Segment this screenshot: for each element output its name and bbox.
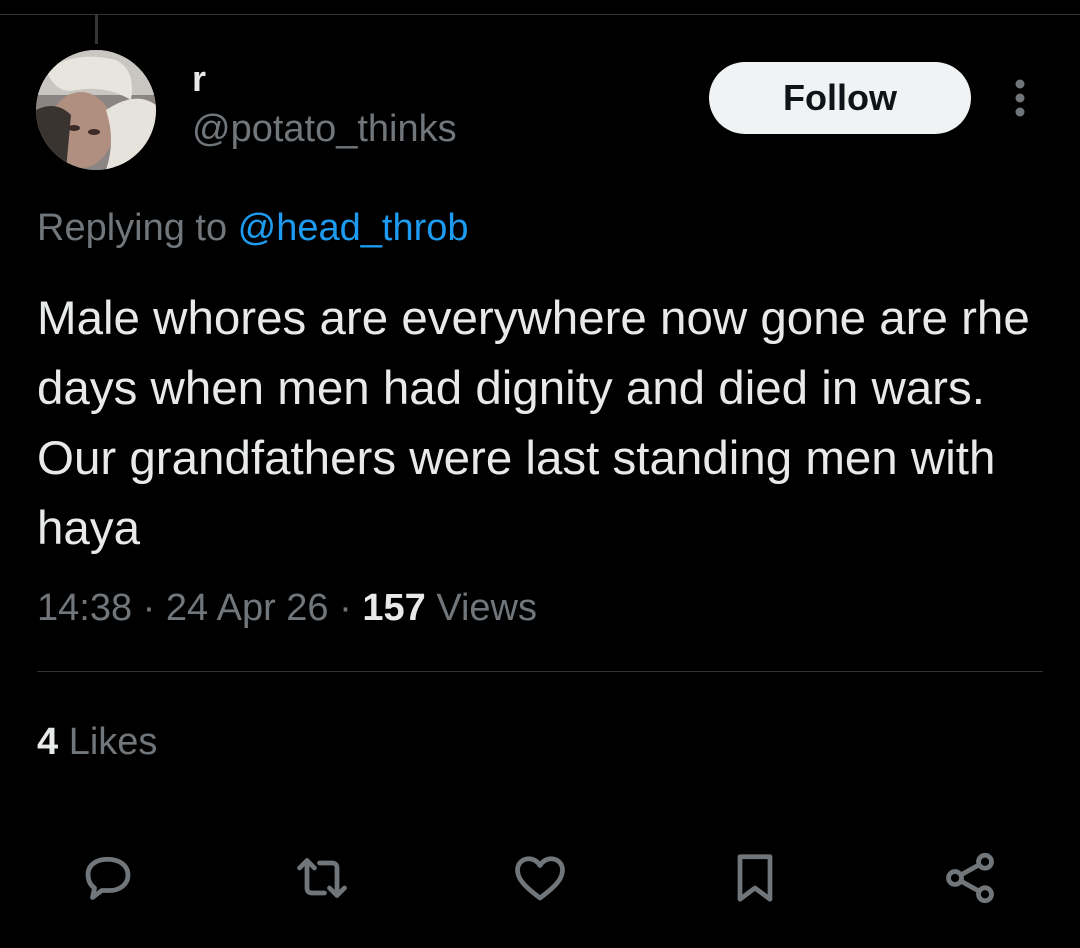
display-name[interactable]: r <box>192 58 206 100</box>
views-count: 157 <box>362 587 426 629</box>
top-divider <box>0 14 1080 15</box>
more-options-icon[interactable] <box>1004 76 1036 120</box>
replying-to: Replying to @head_throb <box>37 204 469 252</box>
share-icon[interactable] <box>938 846 1002 910</box>
replying-prefix: Replying to <box>37 207 238 249</box>
tweet-date[interactable]: 24 Apr 26 <box>166 587 329 629</box>
thread-connector-line <box>95 14 98 44</box>
bookmark-icon[interactable] <box>723 846 787 910</box>
like-icon[interactable] <box>508 846 572 910</box>
tweet-time[interactable]: 14:38 <box>37 587 132 629</box>
follow-button[interactable]: Follow <box>709 62 971 134</box>
replying-to-handle-link[interactable]: @head_throb <box>238 207 469 249</box>
avatar[interactable] <box>36 50 156 170</box>
user-handle[interactable]: @potato_thinks <box>192 106 457 152</box>
retweet-icon[interactable] <box>290 846 354 910</box>
divider <box>37 671 1043 672</box>
tweet-metadata: 14:38 · 24 Apr 26 · 157 Views <box>37 584 537 632</box>
tweet-text: Male whores are everywhere now gone are … <box>37 292 1030 555</box>
avatar-image <box>36 50 156 170</box>
likes-count: 4 <box>37 721 59 763</box>
likes-label: Likes <box>68 721 158 763</box>
reply-icon[interactable] <box>76 846 140 910</box>
views-label: Views <box>436 587 537 629</box>
meta-separator: · <box>339 587 352 629</box>
likes-summary[interactable]: 4 Likes <box>37 718 157 766</box>
meta-separator: · <box>142 587 156 629</box>
